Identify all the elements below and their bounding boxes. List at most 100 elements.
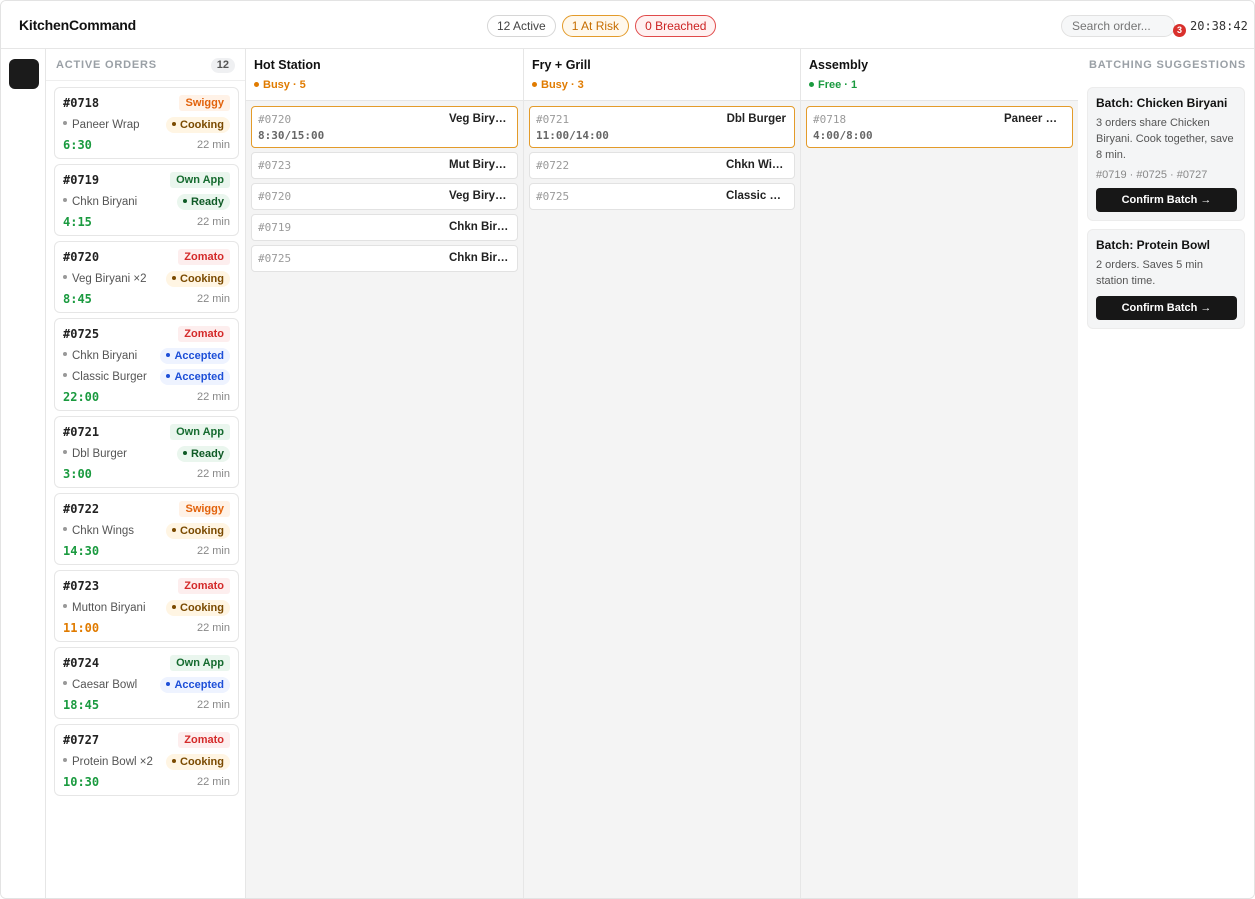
breached-pill[interactable]: 0 Breached	[635, 15, 717, 37]
station-header: Assembly Free · 1	[801, 49, 1078, 101]
order-item-status[interactable]: Accepted	[160, 347, 230, 364]
order-card[interactable]: #0722 Swiggy Chkn Wings Cooking 14:30 22 min	[54, 493, 239, 565]
order-card[interactable]: #0727 Zomato Protein Bowl ×2 Cooking 10:30 22…	[54, 724, 239, 796]
order-card[interactable]: #0718 Swiggy Paneer Wrap Cooking 6:30 22 min	[54, 87, 239, 159]
batch-order-ids: #0719 · #0725 · #0727	[1096, 169, 1208, 181]
at-risk-pill[interactable]: 1 At Risk	[561, 15, 630, 37]
order-item-status[interactable]: Cooking	[166, 753, 230, 770]
order-id: #0727	[63, 733, 100, 747]
ticket-item-name: Chkn Biryani	[449, 252, 509, 264]
order-item-name: Veg Biryani ×2	[63, 273, 146, 285]
order-card-footer: 18:45 22 min	[63, 698, 230, 712]
order-source-badge: Zomato	[178, 732, 230, 748]
station-ticket[interactable]: #0720 Veg Biryani	[251, 183, 518, 210]
order-card-footer: 6:30 22 min	[63, 138, 230, 152]
active-orders-count: 12	[210, 58, 235, 73]
active-orders-panel: ACTIVE ORDERS 12 #0718 Swiggy Paneer Wrap C…	[46, 49, 246, 898]
order-item-name: Caesar Bowl	[63, 679, 137, 691]
ticket-order-id: #0725	[536, 190, 570, 203]
order-timer: 3:00	[63, 467, 92, 481]
order-card-header: #0719 Own App	[63, 172, 230, 188]
active-count-pill[interactable]: 12 Active	[487, 15, 556, 37]
order-card-footer: 14:30 22 min	[63, 544, 230, 558]
order-card[interactable]: #0719 Own App Chkn Biryani Ready 4:15 22 min	[54, 164, 239, 236]
order-timer: 4:15	[63, 215, 92, 229]
clock: 20:38:42	[1190, 19, 1248, 33]
order-item-name: Dbl Burger	[63, 448, 127, 460]
station-hot: Hot Station Busy · 5 #0720 Veg Biryani 8:3…	[246, 49, 524, 898]
order-source-badge: Own App	[170, 172, 230, 188]
station-ticket[interactable]: #0721 Dbl Burger 11:00/14:00	[529, 106, 795, 148]
order-item-status[interactable]: Accepted	[160, 368, 230, 385]
order-item: Chkn Biryani Accepted	[63, 347, 230, 364]
order-eta: 22 min	[196, 699, 230, 711]
order-item-name: Paneer Wrap	[63, 119, 140, 131]
rail-menu-button[interactable]	[9, 59, 39, 89]
station-name: Hot Station	[254, 58, 321, 72]
batch-description: 3 orders share Chicken Biryani. Cook tog…	[1096, 117, 1234, 161]
station-ticket[interactable]: #0725 Chkn Biryani	[251, 245, 518, 272]
order-eta: 22 min	[196, 391, 230, 403]
order-item-status[interactable]: Cooking	[166, 270, 230, 287]
order-eta: 22 min	[196, 216, 230, 228]
order-item: Veg Biryani ×2 Cooking	[63, 270, 230, 287]
station-ticket[interactable]: #0722 Chkn Wings	[529, 152, 795, 179]
order-id: #0721	[63, 425, 100, 439]
ticket-order-id: #0725	[258, 252, 292, 265]
notification-badge[interactable]: 3	[1173, 24, 1186, 37]
order-card-header: #0721 Own App	[63, 424, 230, 440]
confirm-batch-button[interactable]: Confirm Batch →	[1096, 188, 1237, 212]
ticket-order-id: #0719	[258, 221, 292, 234]
ticket-item-name: Dbl Burger	[726, 113, 786, 125]
ticket-item-name: Chkn Wings	[726, 159, 786, 171]
order-id: #0725	[63, 327, 100, 341]
ticket-timer: 4:00/8:00	[813, 129, 873, 142]
order-item: Chkn Biryani Ready	[63, 193, 230, 210]
order-card[interactable]: #0723 Zomato Mutton Biryani Cooking 11:00 22 …	[54, 570, 239, 642]
station-ticket[interactable]: #0719 Chkn Biryani	[251, 214, 518, 241]
order-id: #0720	[63, 250, 100, 264]
ticket-item-name: Chkn Biryani	[449, 221, 509, 233]
order-item-name: Classic Burger	[63, 371, 147, 383]
order-card-footer: 22:00 22 min	[63, 390, 230, 404]
order-card[interactable]: #0720 Zomato Veg Biryani ×2 Cooking 8:45 22 m…	[54, 241, 239, 313]
order-item-status[interactable]: Ready	[176, 193, 230, 210]
station-ticket[interactable]: #0725 Classic Burger	[529, 183, 795, 210]
order-source-badge: Zomato	[178, 326, 230, 342]
order-source-badge: Swiggy	[179, 95, 230, 111]
station-load: Busy · 3	[532, 79, 584, 91]
order-item: Protein Bowl ×2 Cooking	[63, 753, 230, 770]
order-card[interactable]: #0725 Zomato Chkn Biryani Accepted Classic B…	[54, 318, 239, 411]
station-fry-grill: Fry + Grill Busy · 3 #0721 Dbl Burger 11:0…	[524, 49, 801, 898]
order-id: #0723	[63, 579, 100, 593]
order-item: Caesar Bowl Accepted	[63, 676, 230, 693]
station-header: Hot Station Busy · 5	[246, 49, 523, 101]
station-ticket[interactable]: #0720 Veg Biryani 8:30/15:00	[251, 106, 518, 148]
order-card[interactable]: #0724 Own App Caesar Bowl Accepted 18:45 22 m…	[54, 647, 239, 719]
order-item-status[interactable]: Cooking	[166, 522, 230, 539]
order-card[interactable]: #0721 Own App Dbl Burger Ready 3:00 22 min	[54, 416, 239, 488]
ticket-timer: 11:00/14:00	[536, 129, 609, 142]
order-id: #0722	[63, 502, 100, 516]
order-eta: 22 min	[196, 545, 230, 557]
brand-title: KitchenCommand	[19, 17, 136, 33]
station-ticket[interactable]: #0718 Paneer Wrap 4:00/8:00	[806, 106, 1073, 148]
order-timer: 18:45	[63, 698, 100, 712]
order-item-status[interactable]: Ready	[176, 445, 230, 462]
station-ticket[interactable]: #0723 Mut Biryani	[251, 152, 518, 179]
order-item-status[interactable]: Cooking	[166, 116, 230, 133]
batching-title: BATCHING SUGGESTIONS	[1089, 59, 1246, 71]
search-input[interactable]	[1061, 15, 1175, 37]
ticket-order-id: #0723	[258, 159, 292, 172]
ticket-item-name: Classic Burger	[726, 190, 786, 202]
order-item-status[interactable]: Cooking	[166, 599, 230, 616]
batching-panel: BATCHING SUGGESTIONS Batch: Chicken Biry…	[1078, 49, 1254, 898]
ticket-order-id: #0721	[536, 113, 570, 126]
left-rail	[1, 49, 46, 898]
order-card-footer: 3:00 22 min	[63, 467, 230, 481]
confirm-batch-button[interactable]: Confirm Batch →	[1096, 296, 1237, 320]
order-card-header: #0723 Zomato	[63, 578, 230, 594]
ticket-item-name: Veg Biryani	[449, 190, 509, 202]
order-eta: 22 min	[196, 776, 230, 788]
order-item-status[interactable]: Accepted	[160, 676, 230, 693]
